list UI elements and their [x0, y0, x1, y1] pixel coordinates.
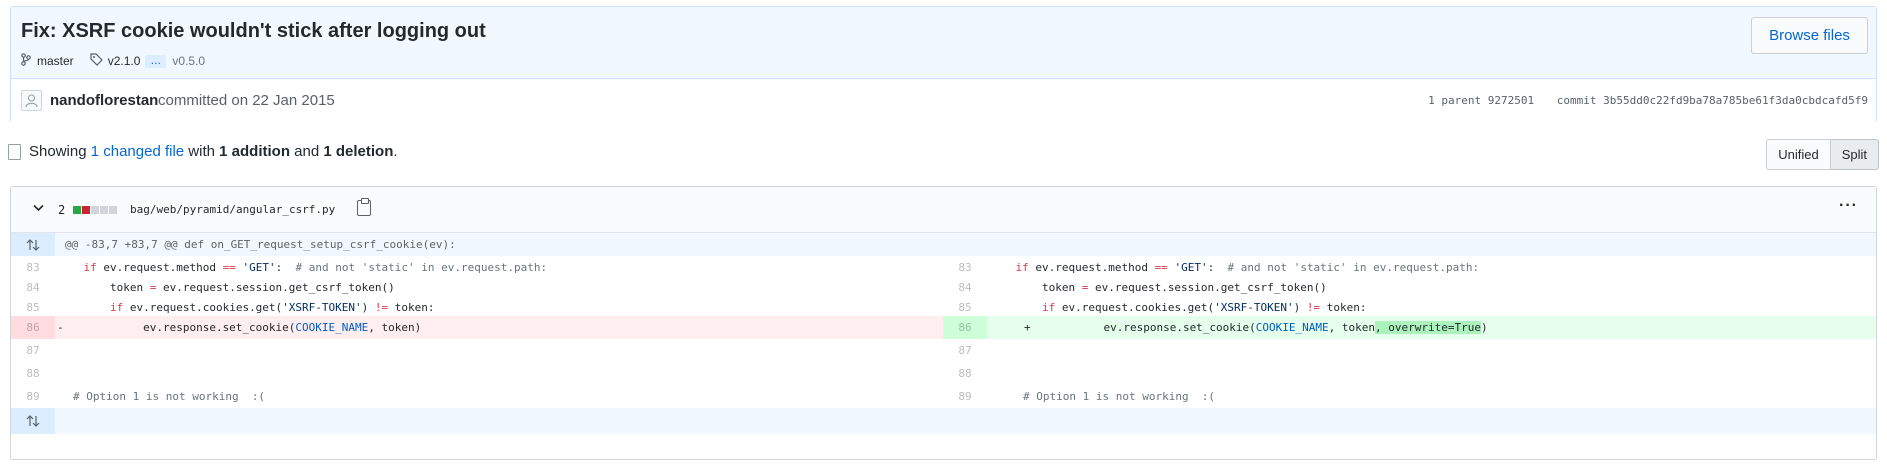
commit-parent-info: 1 parent 9272501 commit 3b55dd0c22fd9ba7…	[1412, 94, 1868, 107]
diffstat-block-del	[82, 206, 90, 214]
parent-sha[interactable]: 1 parent 9272501	[1428, 94, 1534, 107]
changed-files-link[interactable]: 1 changed file	[91, 143, 184, 160]
diff-row-changed: 86 - ev.response.set_cookie(COOKIE_NAME,…	[11, 316, 1876, 339]
commit-title: Fix: XSRF cookie wouldn't stick after lo…	[21, 20, 486, 42]
diffstat-block-neutral	[100, 206, 108, 214]
commit-box: Fix: XSRF cookie wouldn't stick after lo…	[10, 6, 1877, 123]
browse-files-button[interactable]: Browse files	[1751, 17, 1868, 54]
diffstat-block-neutral	[91, 206, 99, 214]
diffstat-block-neutral	[109, 206, 117, 214]
code-line: # Option 1 is not working :(	[73, 390, 266, 403]
avatar[interactable]	[21, 90, 42, 111]
tag-link-last[interactable]: v0.5.0	[172, 54, 205, 68]
branch-icon	[21, 53, 35, 69]
file-path-link[interactable]: bag/web/pyramid/angular_csrf.py	[130, 203, 335, 216]
diff-view-toggle: Unified Split	[1766, 139, 1879, 170]
kebab-icon[interactable]: ···	[1839, 197, 1858, 215]
tag-icon	[90, 53, 104, 69]
committed-date: committed on 22 Jan 2015	[158, 92, 335, 109]
line-number[interactable]: 88	[943, 362, 987, 385]
showing-text: Showing	[29, 143, 87, 160]
diffstat-count: 2	[58, 203, 66, 217]
file-diff: 2 bag/web/pyramid/angular_csrf.py ··· @@…	[10, 186, 1877, 460]
line-number[interactable]: 87	[11, 339, 55, 362]
commit-meta: nandoflorestan committed on 22 Jan 2015 …	[11, 79, 1876, 123]
deletions-count: 1 deletion	[323, 143, 394, 160]
branch-list: master v2.1.0 … v0.5.0	[21, 53, 205, 69]
commit-header: Fix: XSRF cookie wouldn't stick after lo…	[11, 7, 1876, 79]
code-line: # Option 1 is not working :(	[1023, 390, 1216, 403]
code-line-added: ev.response.set_cookie(COOKIE_NAME, toke…	[1024, 321, 1488, 334]
diff-row: 88 88	[11, 362, 1876, 385]
hunk-header: @@ -83,7 +83,7 @@ def on_GET_request_set…	[65, 238, 456, 251]
expand-icon[interactable]	[11, 408, 55, 434]
and-text: and	[294, 143, 320, 160]
diffstat-blocks	[73, 206, 118, 214]
tag-link[interactable]: v2.1.0	[108, 54, 141, 68]
more-tags-button[interactable]: …	[145, 54, 167, 68]
period-text: .	[393, 143, 398, 160]
line-number[interactable]: 86	[943, 316, 987, 339]
diff-row: 87 87	[11, 339, 1876, 362]
expand-icon[interactable]	[11, 233, 55, 256]
line-number[interactable]: 88	[11, 362, 55, 385]
line-number[interactable]: 89	[11, 385, 55, 408]
line-number[interactable]: 86	[11, 316, 55, 339]
code-line-deleted: ev.response.set_cookie(COOKIE_NAME, toke…	[57, 321, 422, 334]
hunk-row: @@ -83,7 +83,7 @@ def on_GET_request_set…	[11, 233, 1876, 256]
commit-sha: commit 3b55dd0c22fd9ba78a785be61f3da0cbd…	[1556, 94, 1868, 107]
diff-summary: Showing 1 changed file with 1 addition a…	[8, 143, 398, 160]
file-header: 2 bag/web/pyramid/angular_csrf.py ···	[11, 187, 1876, 233]
hunk-row-bottom	[11, 408, 1876, 434]
split-button[interactable]: Split	[1830, 139, 1879, 170]
additions-count: 1 addition	[219, 143, 290, 160]
diff-row: 89 # Option 1 is not working :( 89 # Opt…	[11, 385, 1876, 408]
branch-link[interactable]: master	[37, 54, 74, 68]
clipboard-icon[interactable]	[357, 198, 371, 216]
chevron-down-icon[interactable]	[33, 201, 44, 215]
line-number[interactable]: 89	[943, 385, 987, 408]
with-text: with	[188, 143, 215, 160]
unified-button[interactable]: Unified	[1766, 139, 1831, 170]
line-number[interactable]: 87	[943, 339, 987, 362]
author-link[interactable]: nandoflorestan	[50, 92, 158, 109]
diffstat-block-add	[73, 206, 81, 214]
file-diff-icon	[8, 143, 21, 160]
